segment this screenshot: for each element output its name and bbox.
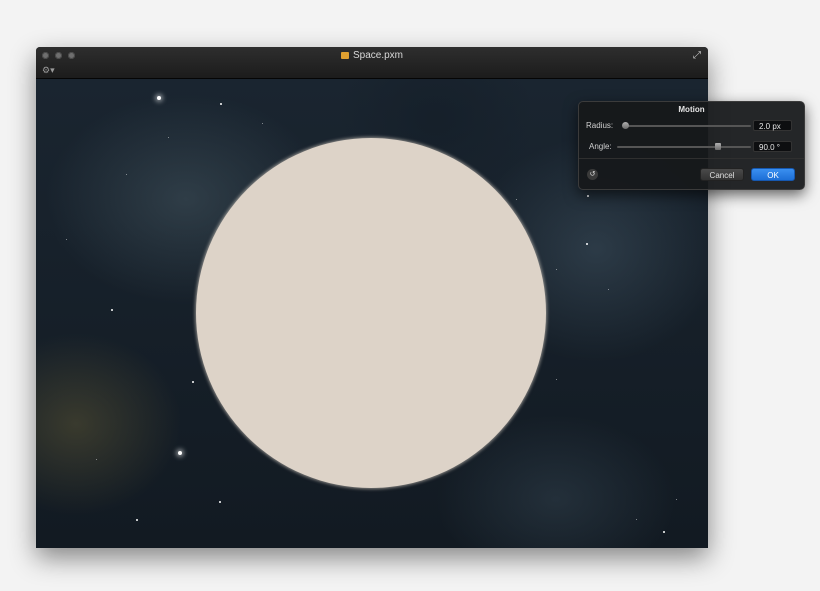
radius-value-field[interactable]: 2.0 px [753,120,792,131]
window-title-area: Space.pxm [36,49,708,63]
panel-divider [579,158,804,159]
star [219,501,221,503]
gear-icon[interactable]: ⚙▾ [42,65,55,75]
star [676,499,677,500]
radius-slider-thumb[interactable] [622,122,630,129]
cancel-button[interactable]: Cancel [700,168,744,181]
star [157,96,161,100]
star [636,519,637,520]
radius-label: Radius: [586,121,614,130]
angle-label: Angle: [589,142,612,151]
document-icon [340,52,349,59]
star [168,137,169,138]
star [136,519,138,521]
ok-button[interactable]: OK [751,168,795,181]
star [66,239,67,240]
star [586,243,588,245]
motion-blur-panel: Motion Radius: 2.0 px Angle: 90.0 ° ↺ Ca… [578,101,805,190]
star [516,199,517,200]
angle-value-field[interactable]: 90.0 ° [753,141,792,152]
angle-slider-thumb[interactable] [714,143,721,150]
star [192,381,194,383]
fullscreen-icon[interactable]: ⤢ [693,50,701,62]
star [663,531,665,533]
star [556,379,557,380]
panel-title: Motion [678,105,705,114]
star [220,103,222,105]
star [126,174,127,175]
star [111,309,113,311]
star [262,123,263,124]
star [608,289,609,290]
star [587,195,589,197]
angle-slider-track[interactable] [617,146,751,148]
reset-icon[interactable]: ↺ [587,169,598,180]
radius-slider-track[interactable] [623,125,751,127]
star [96,459,97,460]
planet-circle [196,138,546,488]
title-bar: Space.pxm ⚙▾ ⤢ [36,47,708,79]
star [556,269,557,270]
window-title: Space.pxm [352,50,404,61]
star [178,451,182,455]
